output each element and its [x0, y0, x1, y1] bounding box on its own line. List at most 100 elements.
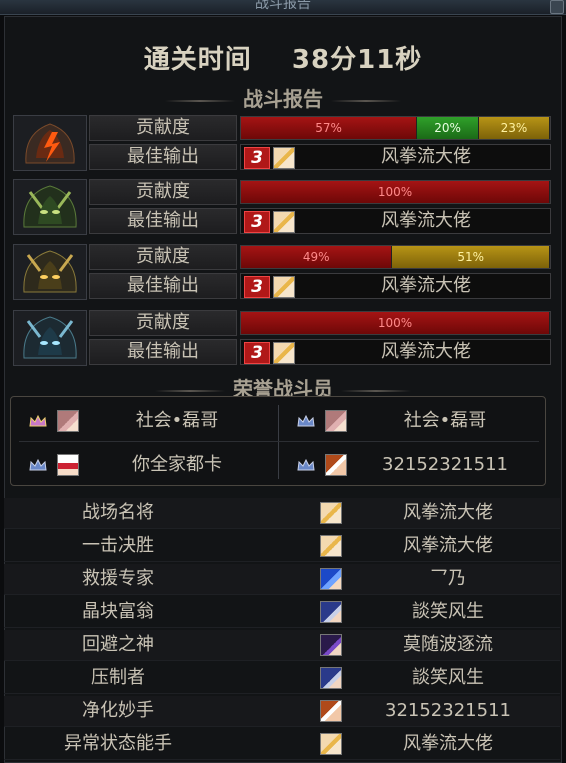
award-player-name: 談笑风生 — [412, 601, 484, 622]
rank-badge: 3 — [244, 342, 270, 364]
contribution-segment: 100% — [241, 181, 550, 203]
award-player-name: 风拳流大佬 — [403, 733, 493, 754]
clear-time: 通关时间 38分11秒 — [5, 39, 561, 76]
crown-icon — [297, 415, 315, 427]
divider — [278, 405, 279, 479]
player-portrait — [273, 211, 295, 233]
contribution-label: 贡献度 — [89, 115, 237, 141]
player-portrait — [320, 502, 342, 524]
window-title: 战斗报告 — [255, 0, 311, 12]
player-portrait — [320, 601, 342, 623]
section-title: 战斗报告 — [243, 87, 323, 111]
clear-time-value: 38分11秒 — [291, 45, 423, 75]
honor-fighter[interactable]: 社会•磊哥 — [287, 403, 539, 439]
ornament-right-icon — [341, 389, 411, 392]
contribution-bar: 57% 20% 23% — [240, 116, 551, 140]
award-row[interactable]: 回避之神 莫随波逐流 — [4, 630, 560, 661]
award-row[interactable]: 晶块富翁 談笑风生 — [4, 597, 560, 628]
honor-fighter-name: 你全家都卡 — [132, 454, 222, 475]
player-portrait — [320, 568, 342, 590]
best-output-label: 最佳输出 — [89, 208, 237, 234]
green-demon-icon — [13, 179, 87, 235]
player-portrait — [320, 700, 342, 722]
honor-fighter-name: 社会•磊哥 — [135, 410, 219, 431]
contribution-segment: 20% — [417, 117, 479, 139]
best-output-player[interactable]: 3 风拳流大佬 — [240, 339, 551, 365]
clear-time-label: 通关时间 — [143, 45, 252, 75]
honor-fighter[interactable]: 你全家都卡 — [19, 447, 271, 483]
ornament-right-icon — [331, 99, 401, 102]
contribution-segment: 57% — [241, 117, 418, 139]
contribution-bar: 49% 51% — [240, 245, 551, 269]
fire-demon-icon — [13, 115, 87, 171]
award-title: 战场名将 — [82, 502, 154, 523]
best-output-player[interactable]: 3 风拳流大佬 — [240, 144, 551, 170]
award-title: 净化妙手 — [82, 700, 154, 721]
award-row[interactable]: 救援专家 乛乃 — [4, 564, 560, 595]
award-player-name: 32152321511 — [385, 700, 511, 721]
section-header-report: 战斗报告 — [5, 83, 561, 112]
boss-report-row: 贡献度 最佳输出 100% 3 风拳流大佬 — [13, 310, 551, 366]
honor-fighter[interactable]: 社会•磊哥 — [19, 403, 271, 439]
crown-icon — [29, 415, 47, 427]
best-output-label: 最佳输出 — [89, 273, 237, 299]
honor-fighter-name: 32152321511 — [382, 454, 508, 475]
award-row[interactable]: 一击决胜 风拳流大佬 — [4, 531, 560, 562]
award-title: 救援专家 — [82, 568, 154, 589]
best-output-player[interactable]: 3 风拳流大佬 — [240, 273, 551, 299]
best-output-player[interactable]: 3 风拳流大佬 — [240, 208, 551, 234]
player-portrait — [320, 667, 342, 689]
best-output-name: 风拳流大佬 — [381, 210, 471, 231]
player-portrait — [320, 535, 342, 557]
contribution-bar: 100% — [240, 180, 551, 204]
rank-badge: 3 — [244, 147, 270, 169]
best-output-label: 最佳输出 — [89, 144, 237, 170]
award-player-name: 莫随波逐流 — [403, 634, 493, 655]
award-title: 晶块富翁 — [82, 601, 154, 622]
window-titlebar: 战斗报告 — [0, 0, 566, 15]
player-portrait — [325, 410, 347, 432]
award-title: 回避之神 — [82, 634, 154, 655]
boss-report-row: 贡献度 最佳输出 49% 51% 3 风拳流大佬 — [13, 244, 551, 300]
best-output-name: 风拳流大佬 — [381, 275, 471, 296]
close-icon[interactable] — [550, 0, 564, 14]
award-player-name: 风拳流大佬 — [403, 535, 493, 556]
boss-report-row: 贡献度 最佳输出 57% 20% 23% 3 风拳流大佬 — [13, 115, 551, 171]
rank-badge: 3 — [244, 276, 270, 298]
contribution-bar: 100% — [240, 311, 551, 335]
award-row[interactable]: 异常状态能手 风拳流大佬 — [4, 729, 560, 760]
contribution-segment: 100% — [241, 312, 550, 334]
ornament-left-icon — [165, 99, 235, 102]
award-title: 一击决胜 — [82, 535, 154, 556]
award-title: 压制者 — [91, 667, 145, 688]
honor-fighters-box: 社会•磊哥 社会•磊哥 你全家都卡 32152321511 — [10, 396, 546, 486]
honor-fighter-name: 社会•磊哥 — [403, 410, 487, 431]
rank-badge: 3 — [244, 211, 270, 233]
crown-icon — [29, 459, 47, 471]
award-row[interactable]: 净化妙手 32152321511 — [4, 696, 560, 727]
player-portrait — [325, 454, 347, 476]
boss-report-row: 贡献度 最佳输出 100% 3 风拳流大佬 — [13, 179, 551, 235]
award-player-name: 談笑风生 — [412, 667, 484, 688]
best-output-label: 最佳输出 — [89, 339, 237, 365]
award-row[interactable]: 压制者 談笑风生 — [4, 663, 560, 694]
award-player-name: 乛乃 — [430, 568, 466, 589]
award-title: 异常状态能手 — [64, 733, 172, 754]
crown-icon — [297, 459, 315, 471]
award-player-name: 风拳流大佬 — [403, 502, 493, 523]
ornament-left-icon — [155, 389, 225, 392]
honor-fighter[interactable]: 32152321511 — [287, 447, 539, 483]
gold-demon-icon — [13, 244, 87, 300]
player-portrait — [320, 634, 342, 656]
ice-demon-icon — [13, 310, 87, 366]
contribution-label: 贡献度 — [89, 179, 237, 205]
contribution-segment: 23% — [478, 117, 550, 139]
player-portrait — [57, 454, 79, 476]
divider — [19, 441, 539, 442]
player-portrait — [273, 276, 295, 298]
player-portrait — [273, 147, 295, 169]
player-portrait — [320, 733, 342, 755]
best-output-name: 风拳流大佬 — [381, 146, 471, 167]
award-row[interactable]: 战场名将 风拳流大佬 — [4, 498, 560, 529]
player-portrait — [57, 410, 79, 432]
